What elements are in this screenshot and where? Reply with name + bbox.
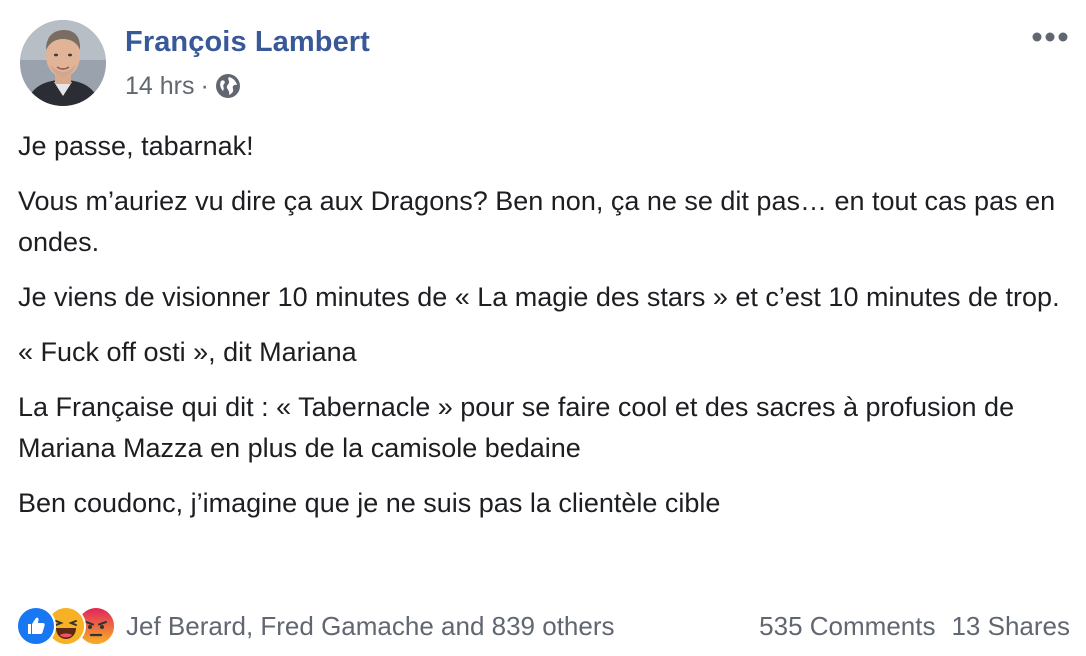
globe-icon[interactable] — [215, 73, 241, 99]
post-paragraph: Ben coudonc, j’imagine que je ne suis pa… — [18, 488, 721, 518]
author-name[interactable]: François Lambert — [125, 26, 370, 59]
post-paragraph: La Française qui dit : « Tabernacle » po… — [18, 392, 1015, 463]
post-body: Je passe, tabarnak! Vous m’auriez vu dir… — [18, 126, 1068, 538]
comments-count-link[interactable]: 535 Comments — [759, 611, 935, 642]
meta-separator: · — [200, 71, 209, 100]
like-icon[interactable] — [16, 606, 56, 646]
post-paragraph: Je viens de visionner 10 minutes de « La… — [18, 282, 1060, 312]
facebook-post: François Lambert 14 hrs · Je passe, taba… — [0, 0, 1086, 656]
post-paragraph: « Fuck off osti », dit Mariana — [18, 337, 357, 367]
reaction-icons[interactable] — [16, 606, 116, 646]
post-paragraph: Vous m’auriez vu dire ça aux Dragons? Be… — [18, 186, 1056, 257]
post-meta: 14 hrs · — [125, 70, 241, 102]
post-footer: Jef Berard, Fred Gamache and 839 others … — [16, 604, 1070, 648]
avatar[interactable] — [20, 20, 106, 106]
shares-count-link[interactable]: 13 Shares — [951, 611, 1070, 642]
post-timestamp[interactable]: 14 hrs — [125, 72, 194, 101]
engagement-counts: 535 Comments 13 Shares — [759, 611, 1070, 642]
more-horizontal-icon[interactable] — [1030, 30, 1070, 44]
reaction-summary[interactable]: Jef Berard, Fred Gamache and 839 others — [126, 611, 615, 642]
profile-photo — [20, 20, 106, 106]
post-paragraph: Je passe, tabarnak! — [18, 131, 254, 161]
